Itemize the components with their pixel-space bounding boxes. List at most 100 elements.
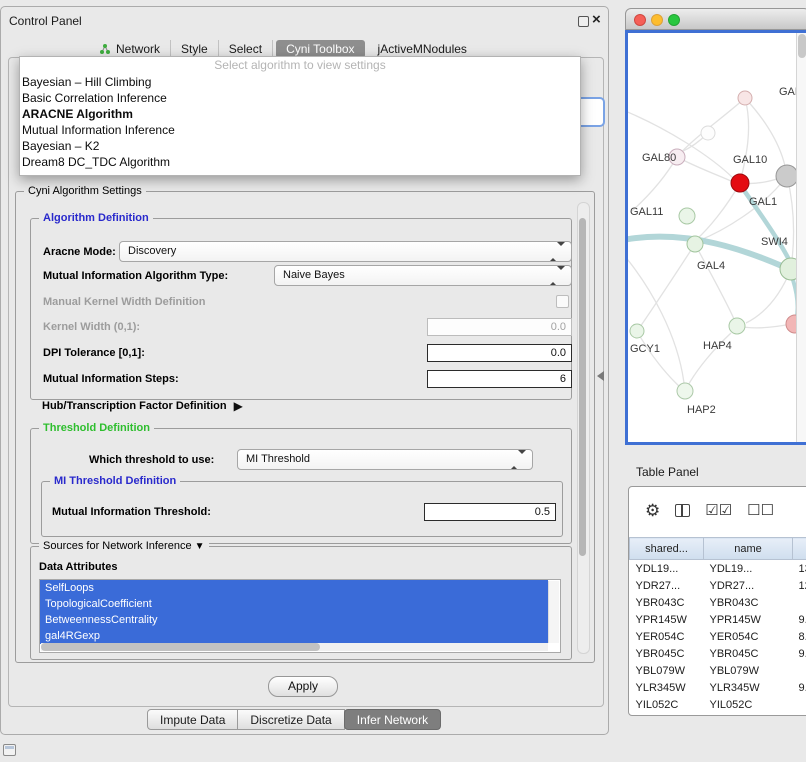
control-panel-window: Control Panel × Network Style Select Cyn… <box>0 6 609 735</box>
node-label: GAL4 <box>697 260 725 272</box>
table-row[interactable]: YBL079WYBL079W <box>630 662 806 679</box>
kernel-width-label: Kernel Width (0,1): <box>43 321 140 333</box>
node-label: HAP4 <box>703 340 732 352</box>
scrollbar-thumb[interactable] <box>579 218 586 556</box>
select-all-icon[interactable]: ☑☑ <box>705 503 732 518</box>
network-node-gal10[interactable] <box>731 174 749 192</box>
minimized-panel-icon[interactable] <box>3 744 16 756</box>
group-title: Algorithm Definition <box>39 212 153 224</box>
network-node-gal11[interactable] <box>679 208 695 224</box>
table-row[interactable]: YDR27...YDR27...12 <box>630 577 806 594</box>
deselect-all-icon[interactable]: ☐☐ <box>747 503 774 518</box>
network-node[interactable] <box>701 126 715 140</box>
cell: 12 <box>793 577 806 594</box>
cell: 8. <box>793 628 806 645</box>
dropdown-item-mutual-information[interactable]: Mutual Information Inference <box>20 122 580 138</box>
attributes-list: SelfLoops TopologicalCoefficient Between… <box>39 579 561 653</box>
list-horizontal-scrollbar[interactable] <box>41 643 548 651</box>
cell: YDL19... <box>704 560 793 578</box>
cell: 9. <box>793 611 806 628</box>
cell: YBL079W <box>704 662 793 679</box>
window-titlebar[interactable] <box>625 8 806 30</box>
table-row[interactable]: YBR045CYBR045C9. <box>630 645 806 662</box>
sources-group: Sources for Network Inference ▼ Data Att… <box>30 546 572 660</box>
kernel-width-field: 0.0 <box>427 318 572 336</box>
minimize-button[interactable] <box>651 14 663 26</box>
bottom-tab-discretize-data[interactable]: Discretize Data <box>237 709 344 730</box>
settings-scrollbar[interactable] <box>577 202 590 654</box>
which-threshold-label: Which threshold to use: <box>89 454 214 466</box>
dropdown-item-dream8[interactable]: Dream8 DC_TDC Algorithm <box>20 154 580 170</box>
list-item-gal4rgexp[interactable]: gal4RGexp <box>40 628 548 644</box>
cell: YBR045C <box>704 645 793 662</box>
dpi-tolerance-field[interactable]: 0.0 <box>427 344 572 362</box>
tab-label: Style <box>181 42 208 56</box>
table-row[interactable]: YLR345WYLR345W9. <box>630 679 806 696</box>
panel-title: Control Panel <box>9 14 82 28</box>
gear-icon[interactable]: ⚙ <box>645 502 660 519</box>
network-canvas[interactable]: GAL80 GAL10 GAL11 GAL1 SWI4 GAL4 GCY1 HA… <box>628 33 800 442</box>
columns-icon[interactable] <box>675 504 690 517</box>
network-node-gcy1[interactable] <box>630 324 644 338</box>
scrollbar-thumb[interactable] <box>41 643 320 651</box>
dropdown-item-basic-correlation[interactable]: Basic Correlation Inference <box>20 90 580 106</box>
selected-value: MI Threshold <box>246 453 310 465</box>
column-header-name[interactable]: name <box>704 538 793 560</box>
cell: 13 <box>793 560 806 578</box>
list-vertical-scrollbar[interactable] <box>548 581 559 643</box>
algorithm-dropdown-popup: Select algorithm to view settings Bayesi… <box>19 56 581 176</box>
network-view: GAL80 GAL10 GAL11 GAL1 SWI4 GAL4 GCY1 HA… <box>625 30 806 445</box>
aracne-mode-select[interactable]: Discovery <box>119 241 572 262</box>
column-header-shared-name[interactable]: shared... <box>630 538 704 560</box>
mi-threshold-field[interactable]: 0.5 <box>424 503 556 521</box>
network-node-gal4[interactable] <box>687 236 703 252</box>
bottom-tab-infer-network[interactable]: Infer Network <box>344 709 441 730</box>
bottom-tab-impute-data[interactable]: Impute Data <box>147 709 238 730</box>
network-node[interactable] <box>776 165 798 187</box>
network-node[interactable] <box>738 91 752 105</box>
dropdown-item-bayesian-k2[interactable]: Bayesian – K2 <box>20 138 580 154</box>
table-row[interactable]: YPR145WYPR145W9. <box>630 611 806 628</box>
float-window-icon[interactable] <box>578 16 589 27</box>
dropdown-item-aracne[interactable]: ARACNE Algorithm <box>20 106 580 122</box>
manual-kernel-label: Manual Kernel Width Definition <box>43 296 205 308</box>
node-label: HAP2 <box>687 404 716 416</box>
dropdown-item-bayesian-hill-climbing[interactable]: Bayesian – Hill Climbing <box>20 74 580 90</box>
close-button[interactable] <box>634 14 646 26</box>
network-vertical-scrollbar[interactable] <box>796 33 806 442</box>
mi-type-select[interactable]: Naive Bayes <box>274 265 572 286</box>
panel-collapse-arrow-icon[interactable] <box>597 371 604 381</box>
stepper-arrows-icon <box>549 270 565 282</box>
table-row[interactable]: YIL052CYIL052C <box>630 696 806 713</box>
tab-label: Select <box>229 42 262 56</box>
tab-label: Cyni Toolbox <box>286 42 354 56</box>
mi-threshold-group: MI Threshold Definition Mutual Informati… <box>41 481 563 537</box>
list-item-betweennesscentrality[interactable]: BetweennessCentrality <box>40 612 548 628</box>
sources-toggle[interactable]: Sources for Network Inference ▼ <box>39 540 209 552</box>
dropdown-placeholder: Select algorithm to view settings <box>20 57 580 74</box>
list-item-topologicalcoefficient[interactable]: TopologicalCoefficient <box>40 596 548 612</box>
table-row[interactable]: YBR043CYBR043C <box>630 594 806 611</box>
tab-label: Network <box>116 42 160 56</box>
sources-title: Sources for Network Inference <box>43 540 192 552</box>
table-row[interactable]: YER054CYER054C8. <box>630 628 806 645</box>
scrollbar-thumb[interactable] <box>798 34 806 58</box>
cell: YBR045C <box>630 645 704 662</box>
cell: YER054C <box>704 628 793 645</box>
column-header-clipped[interactable] <box>793 538 806 560</box>
close-icon[interactable]: × <box>592 11 601 28</box>
which-threshold-select[interactable]: MI Threshold <box>237 449 533 470</box>
zoom-button[interactable] <box>668 14 680 26</box>
table-row[interactable]: YDL19...YDL19...13 <box>630 560 806 578</box>
hub-definition-toggle[interactable]: Hub/Transcription Factor Definition ▶ <box>42 399 243 413</box>
table-panel-title: Table Panel <box>636 465 699 479</box>
node-attribute-table: shared... name YDL19...YDL19...13 YDR27.… <box>629 537 806 713</box>
list-item-selfloops[interactable]: SelfLoops <box>40 580 548 596</box>
node-label: SWI4 <box>761 236 788 248</box>
network-node-hap4[interactable] <box>729 318 745 334</box>
apply-button[interactable]: Apply <box>268 676 338 697</box>
mi-steps-field[interactable]: 6 <box>427 370 572 388</box>
network-node-hap2[interactable] <box>677 383 693 399</box>
cell: YLR345W <box>704 679 793 696</box>
cell: YBL079W <box>630 662 704 679</box>
